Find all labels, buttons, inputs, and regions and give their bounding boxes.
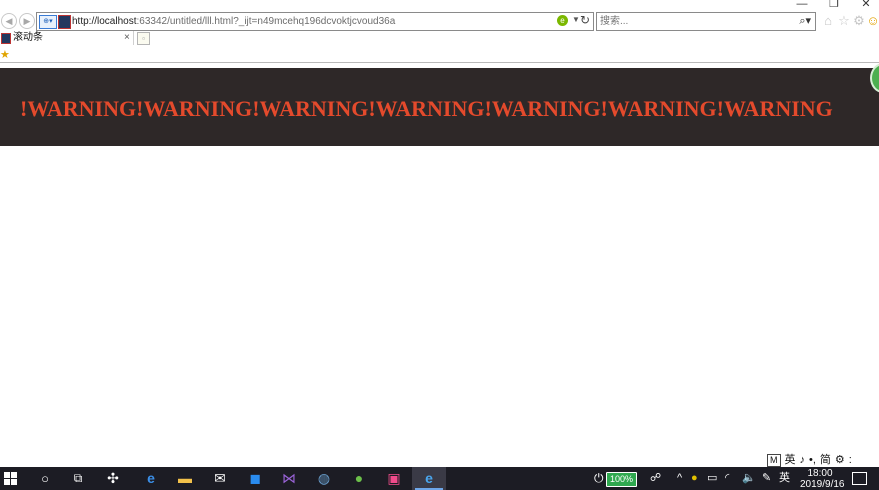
tab-strip: 滚动条 × ▫ [0, 31, 879, 45]
ime-mode-icon[interactable]: M [767, 454, 781, 467]
search-box[interactable]: ⌕▾ [596, 12, 816, 31]
forward-button[interactable]: ▶ [19, 13, 35, 29]
close-window-button[interactable]: ✕ [851, 0, 879, 10]
address-dropdown-icon[interactable]: ⊕▾ [39, 15, 57, 29]
url-host: http://localhost [72, 16, 137, 27]
navigation-bar: ◀ ▶ ⊕▾ http://localhost:63342/untitled/l… [0, 10, 879, 31]
ime-settings-icon[interactable]: ⚙ [835, 453, 845, 466]
home-icon[interactable]: ⌂ [821, 14, 835, 28]
clock-date: 2019/9/16 [800, 479, 845, 490]
ime-toolbar: M 英 ♪ •, 简 ⚙: [767, 451, 856, 467]
settings-gear-icon[interactable]: ⚙ [852, 14, 866, 28]
taskbar: ○ ⧉ ✣ e ▬ ✉ ◼ ⋈ ◍ ● ▣ e ⏻ 100% ☍ ^ ● ▭ ◜… [0, 467, 879, 490]
tab-favicon-icon [1, 33, 11, 44]
task-view-icon[interactable]: ⧉ [61, 467, 95, 490]
ime-moon-icon[interactable]: ♪ [800, 454, 806, 466]
page-content: !WARNING!WARNING!WARNING!WARNING!WARNING… [0, 63, 879, 467]
search-input[interactable] [600, 14, 780, 28]
favorites-star-icon[interactable]: ☆ [837, 14, 851, 28]
people-icon[interactable]: ☍ [650, 467, 661, 490]
input-language-indicator[interactable]: 英 [779, 467, 790, 490]
cortana-search-icon[interactable]: ○ [28, 467, 62, 490]
tab-active[interactable]: 滚动条 × [0, 31, 134, 45]
webstorm-icon[interactable]: ▣ [377, 467, 411, 490]
windows-start-icon[interactable] [4, 472, 18, 485]
pinwheel-app-icon[interactable]: ✣ [96, 467, 130, 490]
ime-simplified-icon[interactable]: 简 [820, 451, 831, 467]
tray-battery-icon[interactable]: ▭ [707, 467, 717, 490]
pen-icon[interactable]: ✎ [762, 467, 771, 490]
mail-icon[interactable]: ✉ [203, 467, 237, 490]
minimize-button[interactable]: — [787, 0, 817, 10]
url-path: :63342/untitled/lll.html?_ijt=n49mcehq19… [136, 16, 396, 27]
new-tab-button[interactable]: ▫ [137, 32, 150, 45]
tray-app-icon[interactable]: ● [691, 467, 698, 490]
notification-center-icon[interactable] [852, 472, 867, 485]
url-text[interactable]: http://localhost:63342/untitled/lll.html… [72, 15, 395, 28]
volume-icon[interactable]: 🔈 [742, 467, 756, 490]
power-plug-icon[interactable]: ⏻ [594, 467, 604, 490]
tab-close-icon[interactable]: × [124, 31, 130, 45]
address-bar[interactable]: ⊕▾ http://localhost:63342/untitled/lll.h… [36, 12, 594, 31]
visual-studio-icon[interactable]: ⋈ [272, 467, 306, 490]
refresh-icon[interactable]: ↻ [580, 13, 590, 27]
system-clock[interactable]: 18:00 2019/9/16 [800, 468, 845, 490]
ime-more-icon[interactable]: : [849, 454, 852, 466]
battery-percent-text: 100% [609, 474, 634, 484]
tab-title: 滚动条 [13, 32, 43, 43]
show-hidden-icons-chevron[interactable]: ^ [677, 467, 682, 490]
add-favorites-icon[interactable]: ★ [0, 48, 10, 61]
globe-app-icon[interactable]: ◍ [307, 467, 341, 490]
restore-button[interactable]: ❐ [819, 0, 849, 10]
chevron-down-icon[interactable]: ▼ [572, 15, 580, 24]
favorites-bar: ★ [0, 45, 879, 63]
warning-marquee-text: !WARNING!WARNING!WARNING!WARNING!WARNING… [20, 96, 833, 121]
internet-explorer-icon[interactable]: e [412, 467, 446, 490]
clock-time: 18:00 [807, 468, 833, 479]
smiley-feedback-icon[interactable]: ☺ [866, 14, 879, 28]
warning-marquee-banner: !WARNING!WARNING!WARNING!WARNING!WARNING… [0, 68, 879, 146]
edge-browser-icon[interactable]: e [134, 467, 168, 490]
wifi-icon[interactable]: ◜ [725, 467, 729, 490]
store-app-icon[interactable]: ◼ [238, 467, 272, 490]
page-favicon-icon [58, 15, 71, 29]
search-icon[interactable]: ⌕▾ [799, 14, 811, 28]
battery-indicator[interactable]: 100% [606, 472, 637, 487]
ime-language-icon[interactable]: 英 [785, 451, 796, 467]
compatibility-view-icon[interactable]: e [557, 15, 568, 26]
back-button[interactable]: ◀ [1, 13, 17, 29]
file-explorer-icon[interactable]: ▬ [168, 467, 202, 490]
window-title-bar: — ❐ ✕ [0, 0, 879, 10]
browser-360-icon[interactable]: ● [342, 467, 376, 490]
ime-punctuation-icon[interactable]: •, [809, 454, 816, 466]
